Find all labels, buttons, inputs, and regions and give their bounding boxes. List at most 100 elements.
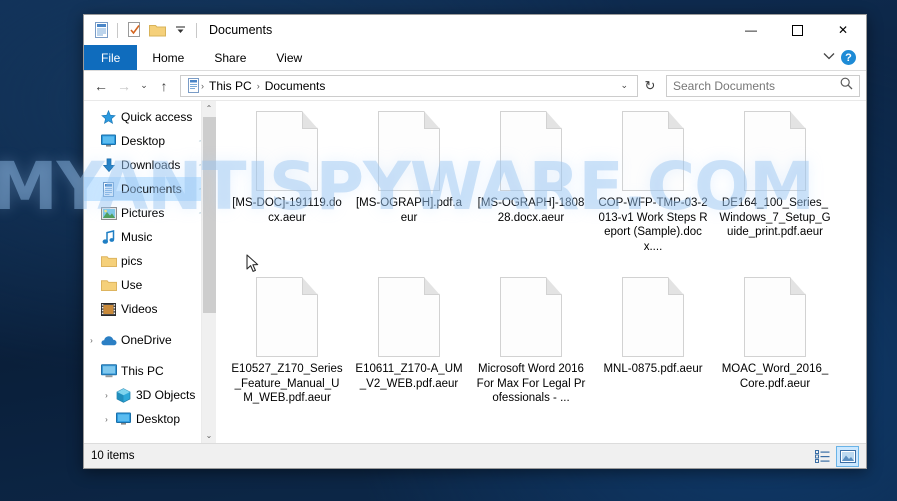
- refresh-button[interactable]: ↻: [639, 74, 661, 98]
- status-bar: 10 items: [84, 443, 866, 468]
- search-input[interactable]: [673, 79, 840, 93]
- file-name-label: DE164_100_Series_Windows_7_Setup_Guide_p…: [719, 196, 831, 240]
- scroll-down-arrow[interactable]: ⌄: [202, 428, 216, 443]
- new-folder-icon[interactable]: [124, 20, 144, 40]
- file-item[interactable]: MOAC_Word_2016_Core.pdf.aeur: [714, 273, 836, 439]
- sidebar-item-use[interactable]: Use: [84, 273, 216, 297]
- sidebar-item-label: Downloads: [121, 158, 180, 172]
- ribbon-tab-bar: File Home Share View ?: [84, 45, 866, 71]
- videos-icon: [99, 303, 118, 316]
- generic-file-icon: [500, 111, 562, 191]
- sidebar-item-pictures[interactable]: Pictures📌: [84, 201, 216, 225]
- file-item[interactable]: MNL-0875.pdf.aeur: [592, 273, 714, 439]
- quick-access-toolbar: [84, 20, 200, 40]
- details-view-button[interactable]: [811, 446, 834, 467]
- sidebar-item-label: Music: [121, 230, 152, 244]
- sidebar-group-onedrive[interactable]: › OneDrive: [84, 328, 216, 352]
- folder-icon[interactable]: [147, 20, 167, 40]
- sidebar-item-videos[interactable]: Videos: [84, 297, 216, 321]
- toolbar-separator-2: [196, 23, 197, 38]
- up-button[interactable]: ↑: [153, 74, 175, 98]
- customize-dropdown-icon[interactable]: [170, 20, 190, 40]
- desktop-icon: [99, 134, 118, 148]
- sidebar-item-label: 3D Objects: [136, 388, 195, 402]
- file-name-label: [MS-DOC]-191119.docx.aeur: [231, 196, 343, 225]
- sidebar-item-label: Desktop: [136, 412, 180, 426]
- toolbar-separator: [117, 23, 118, 38]
- 3d-objects-icon: [114, 388, 133, 403]
- file-item[interactable]: E10527_Z170_Series_Feature_Manual_UM_WEB…: [226, 273, 348, 439]
- breadcrumb[interactable]: › This PC › Documents ⌄: [180, 75, 638, 97]
- expand-chevron-icon[interactable]: ⱟ: [84, 367, 99, 376]
- sidebar-item-label: Documents: [121, 182, 182, 196]
- file-item[interactable]: COP-WFP-TMP-03-2013-v1 Work Steps Report…: [592, 107, 714, 273]
- pictures-icon: [99, 207, 118, 220]
- scroll-up-arrow[interactable]: ⌃: [202, 101, 216, 116]
- sidebar-item-downloads[interactable]: Downloads📌: [84, 153, 216, 177]
- properties-icon[interactable]: [91, 20, 111, 40]
- file-item[interactable]: Microsoft Word 2016 For Max For Legal Pr…: [470, 273, 592, 439]
- close-button[interactable]: ✕: [820, 15, 866, 45]
- file-explorer-window: Documents — ✕ File Home Share View ? ← →…: [83, 14, 867, 469]
- forward-button[interactable]: →: [113, 74, 135, 98]
- generic-file-icon: [744, 111, 806, 191]
- file-name-label: E10611_Z170-A_UM_V2_WEB.pdf.aeur: [353, 362, 465, 391]
- tab-file[interactable]: File: [84, 45, 137, 70]
- sidebar-item-label: Use: [121, 278, 142, 292]
- nav-group-gap: [84, 352, 216, 359]
- sidebar-scrollbar[interactable]: ⌃ ⌄: [201, 101, 216, 443]
- music-icon: [99, 230, 118, 245]
- sidebar-item-desktop[interactable]: › Desktop: [84, 407, 216, 431]
- collapse-ribbon-icon[interactable]: [823, 52, 835, 63]
- file-list-pane[interactable]: [MS-DOC]-191119.docx.aeur [MS-OGRAPH].pdf…: [216, 101, 866, 443]
- file-item[interactable]: [MS-OGRAPH].pdf.aeur: [348, 107, 470, 273]
- generic-file-icon: [256, 277, 318, 357]
- tab-share[interactable]: Share: [199, 45, 261, 70]
- scrollbar-thumb[interactable]: [203, 117, 216, 313]
- sidebar-item-desktop[interactable]: Desktop📌: [84, 129, 216, 153]
- help-icon[interactable]: ?: [841, 50, 856, 65]
- expand-chevron-icon[interactable]: ›: [99, 391, 114, 400]
- sidebar-item-label: Videos: [121, 302, 157, 316]
- cloud-icon: [99, 335, 118, 346]
- address-bar: ← → ⌄ ↑ › This PC › Documents ⌄ ↻: [84, 71, 866, 101]
- file-item[interactable]: [MS-OGRAPH]-180828.docx.aeur: [470, 107, 592, 273]
- sidebar-group-this-pc[interactable]: ⱟ This PC: [84, 359, 216, 383]
- star-icon: [99, 110, 118, 125]
- breadcrumb-documents[interactable]: Documents: [261, 79, 330, 93]
- breadcrumb-this-pc[interactable]: This PC: [205, 79, 256, 93]
- expand-chevron-icon[interactable]: ›: [84, 336, 99, 345]
- sidebar-item-label: Pictures: [121, 206, 164, 220]
- expand-chevron-icon[interactable]: ⱟ: [84, 113, 99, 122]
- search-box[interactable]: [666, 75, 860, 97]
- sidebar-item-3d-objects[interactable]: › 3D Objects: [84, 383, 216, 407]
- generic-file-icon: [744, 277, 806, 357]
- generic-file-icon: [378, 111, 440, 191]
- back-button[interactable]: ←: [90, 74, 112, 98]
- file-name-label: COP-WFP-TMP-03-2013-v1 Work Steps Report…: [597, 196, 709, 254]
- folder-icon: [99, 255, 118, 268]
- nav-tree: ⱟQuick accessDesktop📌Downloads📌Documents…: [84, 101, 216, 431]
- file-item[interactable]: E10611_Z170-A_UM_V2_WEB.pdf.aeur: [348, 273, 470, 439]
- file-name-label: [MS-OGRAPH].pdf.aeur: [353, 196, 465, 225]
- tab-view[interactable]: View: [261, 45, 317, 70]
- title-bar: Documents — ✕: [84, 15, 866, 45]
- sidebar-group-label: Quick access: [121, 110, 192, 124]
- maximize-button[interactable]: [774, 15, 820, 45]
- sidebar-item-documents[interactable]: Documents📌: [84, 177, 216, 201]
- large-icons-view-button[interactable]: [836, 446, 859, 467]
- sidebar-group-label: This PC: [121, 364, 164, 378]
- window-controls: — ✕: [728, 15, 866, 45]
- sidebar-item-music[interactable]: Music: [84, 225, 216, 249]
- expand-chevron-icon[interactable]: ›: [99, 415, 114, 424]
- file-name-label: Microsoft Word 2016 For Max For Legal Pr…: [475, 362, 587, 406]
- sidebar-group-quick-access[interactable]: ⱟ Quick access: [84, 105, 216, 129]
- breadcrumb-dropdown-icon[interactable]: ⌄: [615, 80, 633, 91]
- tab-home[interactable]: Home: [137, 45, 199, 70]
- file-item[interactable]: [MS-DOC]-191119.docx.aeur: [226, 107, 348, 273]
- desktop-icon: [114, 412, 133, 426]
- sidebar-item-pics[interactable]: pics: [84, 249, 216, 273]
- file-item[interactable]: DE164_100_Series_Windows_7_Setup_Guide_p…: [714, 107, 836, 273]
- recent-locations-button[interactable]: ⌄: [136, 74, 152, 98]
- minimize-button[interactable]: —: [728, 15, 774, 45]
